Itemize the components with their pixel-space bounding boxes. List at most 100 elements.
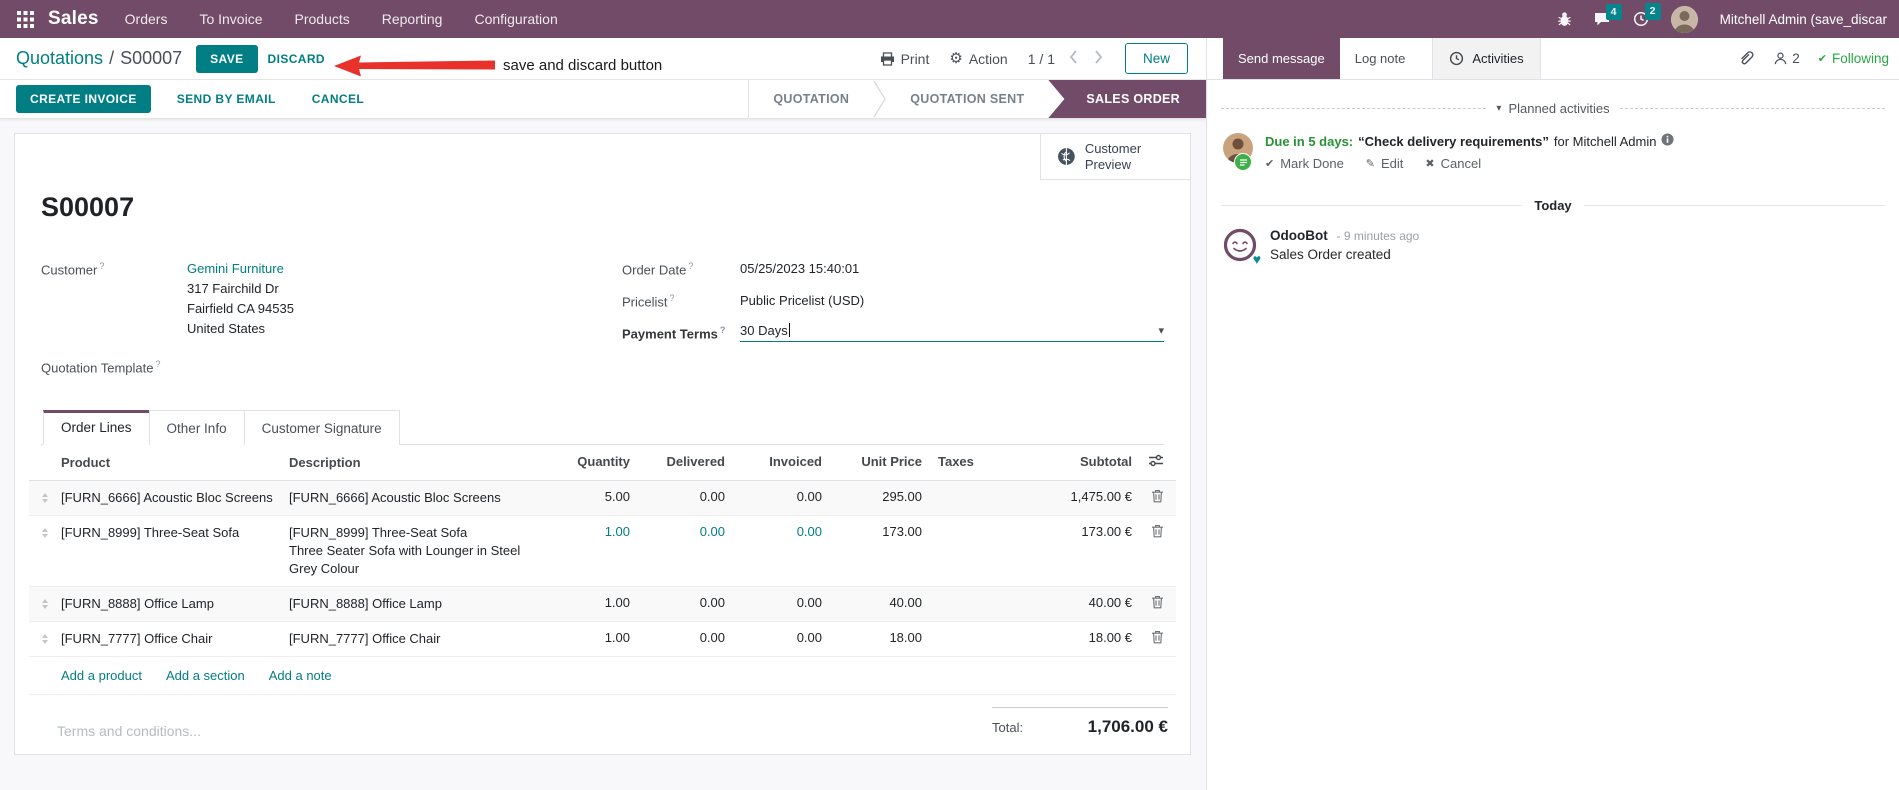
col-quantity[interactable]: Quantity: [544, 454, 630, 469]
cancel-activity-button[interactable]: ✖ Cancel: [1425, 156, 1481, 171]
cell-quantity[interactable]: 5.00: [544, 489, 630, 504]
edit-activity-button[interactable]: ✎ Edit: [1366, 156, 1404, 171]
payment-terms-input[interactable]: 30 Days ▾: [740, 323, 1164, 342]
record-action-buttons: CREATE INVOICE SEND BY EMAIL CANCEL: [16, 80, 374, 118]
drag-handle-icon[interactable]: [29, 524, 61, 539]
state-quotation-sent[interactable]: QUOTATION SENT: [886, 80, 1048, 118]
cell-delivered[interactable]: 0.00: [630, 489, 725, 504]
message-time: - 9 minutes ago: [1336, 229, 1420, 243]
col-delivered[interactable]: Delivered: [630, 454, 725, 469]
info-icon[interactable]: [1661, 133, 1674, 151]
cell-invoiced[interactable]: 0.00: [725, 489, 822, 504]
nav-item-reporting[interactable]: Reporting: [382, 11, 443, 27]
col-product[interactable]: Product: [61, 454, 289, 472]
followers-button[interactable]: 2: [1773, 51, 1800, 66]
quotation-template-label: Quotation Template?: [41, 359, 161, 376]
check-icon: ✔: [1817, 53, 1827, 65]
breadcrumb-current: S00007: [120, 48, 183, 68]
delete-line-icon[interactable]: [1151, 595, 1164, 612]
cell-quantity[interactable]: 1.00: [544, 524, 630, 539]
today-label: Today: [1534, 198, 1572, 213]
col-subtotal[interactable]: Subtotal: [1008, 454, 1132, 469]
activity-clock-icon[interactable]: 2: [1633, 3, 1661, 27]
col-invoiced[interactable]: Invoiced: [725, 454, 822, 469]
cell-description[interactable]: [FURN_7777] Office Chair: [289, 630, 544, 648]
apps-grid-icon[interactable]: [12, 6, 38, 32]
cell-delivered[interactable]: 0.00: [630, 630, 725, 645]
col-taxes[interactable]: Taxes: [922, 454, 1008, 469]
new-button[interactable]: New: [1124, 43, 1188, 74]
create-invoice-button[interactable]: CREATE INVOICE: [16, 85, 151, 113]
cell-delivered[interactable]: 0.00: [630, 595, 725, 610]
terms-placeholder[interactable]: Terms and conditions...: [41, 707, 992, 739]
col-description[interactable]: Description: [289, 454, 544, 472]
attachments-paperclip-icon[interactable]: [1738, 49, 1755, 69]
discard-button[interactable]: DISCARD: [258, 45, 335, 73]
delete-line-icon[interactable]: [1151, 524, 1164, 541]
cell-product[interactable]: [FURN_8888] Office Lamp: [61, 595, 289, 613]
breadcrumb-quotations[interactable]: Quotations: [16, 48, 103, 69]
print-button[interactable]: Print: [880, 51, 929, 67]
tab-order-lines[interactable]: Order Lines: [43, 410, 150, 446]
drag-handle-icon[interactable]: [29, 595, 61, 610]
cell-unit-price[interactable]: 295.00: [822, 489, 922, 504]
pager-previous-icon[interactable]: [1069, 50, 1078, 67]
state-sales-order[interactable]: SALES ORDER: [1048, 80, 1206, 118]
cell-description[interactable]: [FURN_8999] Three-Seat Sofa Three Seater …: [289, 524, 544, 578]
message-author[interactable]: OdooBot: [1270, 228, 1328, 243]
nav-item-orders[interactable]: Orders: [125, 11, 168, 27]
pager-next-icon[interactable]: [1094, 50, 1103, 67]
add-product-link[interactable]: Add a product: [61, 668, 142, 683]
log-note-button[interactable]: Log note: [1340, 38, 1421, 79]
debug-bug-icon[interactable]: [1557, 11, 1572, 27]
add-section-link[interactable]: Add a section: [166, 668, 245, 683]
user-avatar[interactable]: [1670, 5, 1698, 33]
cell-description[interactable]: [FURN_8888] Office Lamp: [289, 595, 544, 613]
cell-product[interactable]: [FURN_7777] Office Chair: [61, 630, 289, 648]
state-quotation[interactable]: QUOTATION: [749, 80, 873, 118]
mark-done-button[interactable]: ✔ Mark Done: [1265, 156, 1344, 171]
delete-line-icon[interactable]: [1151, 489, 1164, 506]
send-by-email-button[interactable]: SEND BY EMAIL: [167, 85, 286, 113]
cell-invoiced[interactable]: 0.00: [725, 630, 822, 645]
tab-customer-signature[interactable]: Customer Signature: [243, 410, 400, 446]
planned-activities-toggle[interactable]: ▾ Planned activities: [1496, 101, 1609, 116]
customer-link[interactable]: Gemini Furniture: [187, 259, 294, 279]
tab-other-info[interactable]: Other Info: [148, 410, 245, 446]
drag-handle-icon[interactable]: [29, 630, 61, 645]
cell-quantity[interactable]: 1.00: [544, 595, 630, 610]
messages-icon[interactable]: 4: [1594, 3, 1622, 27]
nav-item-products[interactable]: Products: [295, 11, 350, 27]
drag-handle-icon[interactable]: [29, 489, 61, 504]
order-date-field[interactable]: 05/25/2023 15:40:01: [740, 259, 859, 279]
cell-invoiced[interactable]: 0.00: [725, 595, 822, 610]
cell-description[interactable]: [FURN_6666] Acoustic Bloc Screens: [289, 489, 544, 507]
save-button[interactable]: SAVE: [196, 44, 258, 73]
cell-unit-price[interactable]: 173.00: [822, 524, 922, 539]
action-button[interactable]: ⚙ Action: [949, 51, 1007, 67]
activities-button[interactable]: Activities: [1432, 38, 1541, 79]
col-unit-price[interactable]: Unit Price: [822, 454, 922, 469]
pricelist-field[interactable]: Public Pricelist (USD): [740, 291, 864, 311]
user-name[interactable]: Mitchell Admin (save_discar: [1720, 12, 1887, 27]
send-message-button[interactable]: Send message: [1223, 38, 1340, 79]
breadcrumb: Quotations / S00007: [16, 48, 182, 69]
cell-unit-price[interactable]: 40.00: [822, 595, 922, 610]
cell-invoiced[interactable]: 0.00: [725, 524, 822, 539]
cell-delivered[interactable]: 0.00: [630, 524, 725, 539]
cell-product[interactable]: [FURN_8999] Three-Seat Sofa: [61, 524, 289, 542]
customer-label: Customer?: [41, 261, 105, 278]
add-note-link[interactable]: Add a note: [269, 668, 332, 683]
following-button[interactable]: ✔ Following: [1818, 51, 1889, 66]
delete-line-icon[interactable]: [1151, 630, 1164, 647]
cell-unit-price[interactable]: 18.00: [822, 630, 922, 645]
nav-item-to-invoice[interactable]: To Invoice: [199, 11, 262, 27]
dropdown-caret-icon[interactable]: ▾: [1158, 324, 1164, 337]
customer-preview-button[interactable]: Customer Preview: [1040, 134, 1190, 180]
nav-item-configuration[interactable]: Configuration: [474, 11, 557, 27]
app-name[interactable]: Sales: [48, 8, 99, 30]
cancel-button[interactable]: CANCEL: [302, 85, 374, 113]
cell-quantity[interactable]: 1.00: [544, 630, 630, 645]
cell-product[interactable]: [FURN_6666] Acoustic Bloc Screens: [61, 489, 289, 507]
optional-columns-icon[interactable]: [1148, 454, 1164, 470]
